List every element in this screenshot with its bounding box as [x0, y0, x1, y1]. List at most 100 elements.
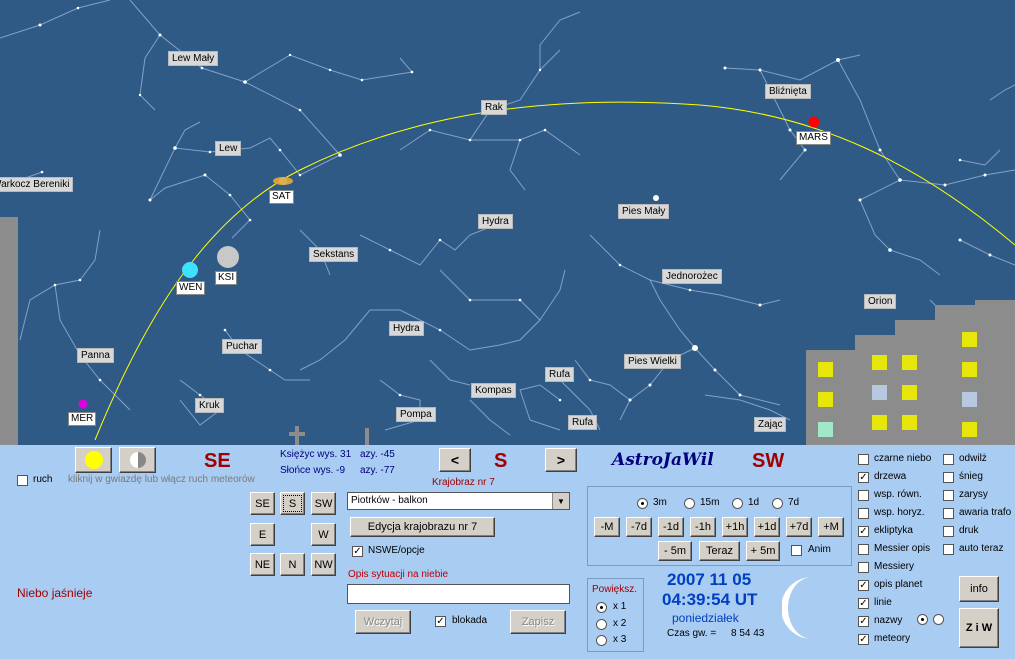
option-checkbox[interactable]: [858, 544, 869, 555]
option-label: auto teraz: [959, 543, 1004, 554]
time-plus-month-button[interactable]: +M: [818, 517, 844, 537]
constellation-label: Rak: [481, 100, 507, 115]
location-select[interactable]: Piotrków - balkon ▼: [347, 492, 570, 510]
option-label: druk: [959, 525, 979, 536]
moon-info: Księżyc wys. 31: [280, 449, 352, 460]
app-title: AstroJaWil: [612, 450, 714, 470]
planet-label-saturn[interactable]: SAT: [269, 190, 294, 204]
direction-center: S: [494, 450, 508, 472]
option-checkbox[interactable]: ✓: [858, 616, 869, 627]
option-label: nazwy: [874, 615, 903, 626]
time-plus-7d-button[interactable]: +7d: [786, 517, 812, 537]
compass-nw-button[interactable]: NW: [311, 553, 336, 576]
step-15m-label: 15m: [700, 497, 720, 508]
time-plus-1d-button[interactable]: +1d: [754, 517, 780, 537]
sun-button[interactable]: [75, 447, 112, 473]
option-label: awaria trafo: [959, 507, 1012, 518]
option-label: linie: [874, 597, 892, 608]
anim-checkbox[interactable]: [791, 545, 802, 556]
option-checkbox[interactable]: ✓: [858, 598, 869, 609]
info-button[interactable]: info: [959, 576, 999, 602]
names-mode-radio-1[interactable]: [917, 614, 928, 625]
compass-se-button[interactable]: SE: [250, 492, 275, 515]
previous-direction-button[interactable]: <: [439, 448, 471, 472]
constellation-label: Lew Mały: [168, 51, 219, 66]
load-button[interactable]: Wczytaj: [355, 610, 411, 634]
constellation-label: Sekstans: [309, 247, 359, 262]
ziw-button[interactable]: Z i W: [959, 608, 999, 648]
option-checkbox[interactable]: [943, 454, 954, 465]
time-minus-1d-button[interactable]: -1d: [658, 517, 684, 537]
sky-view[interactable]: Lew Mały Lew Warkocz Bereniki Rak Bliźni…: [0, 0, 1015, 445]
compass-e-button[interactable]: E: [250, 523, 275, 546]
nswe-checkbox[interactable]: ✓: [352, 546, 363, 557]
chevron-down-icon[interactable]: ▼: [552, 493, 569, 509]
moon-crescent-icon: [782, 577, 812, 639]
meteor-hint: kliknij w gwiazdę lub włącz ruch meteoró…: [68, 474, 255, 485]
step-15m-radio[interactable]: [684, 498, 695, 509]
constellation-label: Zając: [754, 417, 787, 432]
ruch-label: ruch: [33, 474, 53, 485]
nswe-label: NSWE/opcje: [368, 545, 425, 556]
time-plus-5m-button[interactable]: + 5m: [746, 541, 780, 561]
option-checkbox[interactable]: [858, 490, 869, 501]
step-1d-label: 1d: [748, 497, 760, 508]
option-checkbox[interactable]: [943, 490, 954, 501]
zoom-x1-radio[interactable]: [596, 602, 607, 613]
option-checkbox[interactable]: [943, 544, 954, 555]
sky-description-input[interactable]: [347, 584, 570, 604]
step-7d-radio[interactable]: [772, 498, 783, 509]
planet-label-mars[interactable]: MARS: [796, 131, 831, 145]
time-minus-1h-button[interactable]: -1h: [690, 517, 716, 537]
compass-w-button[interactable]: W: [311, 523, 336, 546]
option-label: wsp. horyz.: [874, 507, 925, 518]
compass-n-button[interactable]: N: [280, 553, 305, 576]
time-minus-5m-button[interactable]: - 5m: [658, 541, 692, 561]
constellation-label: Orion: [864, 294, 897, 309]
save-button[interactable]: Zapisz: [510, 610, 566, 634]
moon-phase-button[interactable]: [119, 447, 156, 473]
constellation-label: Jednorożec: [662, 269, 722, 284]
planet-label-venus[interactable]: WEN: [176, 281, 206, 295]
planet-label-mercury[interactable]: MER: [68, 412, 97, 426]
option-checkbox[interactable]: [943, 526, 954, 537]
location-select-value: Piotrków - balkon: [351, 495, 428, 506]
zoom-x3-radio[interactable]: [596, 635, 607, 646]
zoom-x2-radio[interactable]: [596, 619, 607, 630]
option-checkbox[interactable]: ✓: [858, 580, 869, 591]
constellation-label: Puchar: [222, 339, 262, 354]
lock-label: blokada: [452, 615, 488, 626]
zoom-x2-label: x 2: [613, 618, 627, 629]
time-minus-month-button[interactable]: -M: [594, 517, 620, 537]
constellation-label: Pompa: [396, 407, 436, 422]
time-plus-1h-button[interactable]: +1h: [722, 517, 748, 537]
names-mode-radio-2[interactable]: [933, 614, 944, 625]
option-checkbox[interactable]: ✓: [858, 526, 869, 537]
option-checkbox[interactable]: [858, 454, 869, 465]
current-date: 2007 11 05: [667, 570, 752, 589]
option-checkbox[interactable]: [943, 508, 954, 519]
edit-landscape-button[interactable]: Edycja krajobrazu nr 7: [350, 517, 495, 537]
option-checkbox[interactable]: ✓: [858, 634, 869, 645]
sky-description-label: Opis sytuacji na niebie: [348, 569, 449, 580]
option-label: Messiery: [874, 561, 915, 572]
ruch-checkbox[interactable]: [17, 475, 28, 486]
planet-label-moon[interactable]: KSI: [215, 271, 238, 285]
now-button[interactable]: Teraz: [699, 541, 740, 561]
option-checkbox[interactable]: [858, 508, 869, 519]
sidereal-label: Czas gw. =: [667, 628, 717, 639]
compass-s-button[interactable]: S: [280, 492, 305, 515]
step-3m-radio[interactable]: [637, 498, 648, 509]
next-direction-button[interactable]: >: [545, 448, 577, 472]
direction-right: SW: [752, 450, 785, 472]
time-minus-7d-button[interactable]: -7d: [626, 517, 652, 537]
option-label: zarysy: [959, 489, 988, 500]
option-checkbox[interactable]: [858, 562, 869, 573]
lock-checkbox[interactable]: ✓: [435, 616, 446, 627]
compass-ne-button[interactable]: NE: [250, 553, 275, 576]
option-checkbox[interactable]: ✓: [858, 472, 869, 483]
option-checkbox[interactable]: [943, 472, 954, 483]
option-label: czarne niebo: [874, 453, 932, 464]
step-1d-radio[interactable]: [732, 498, 743, 509]
compass-sw-button[interactable]: SW: [311, 492, 336, 515]
